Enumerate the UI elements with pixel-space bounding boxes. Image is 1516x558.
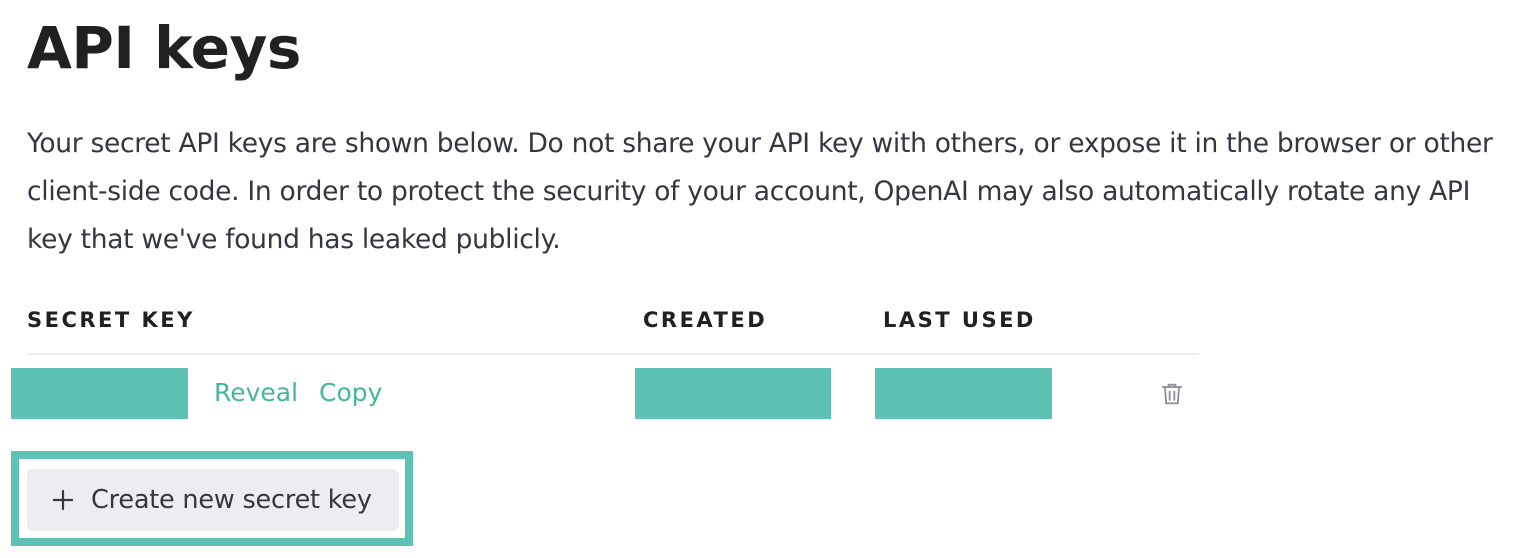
page-title: API keys: [27, 14, 301, 82]
table-header-divider: [27, 353, 1199, 355]
redacted-secret-key: [11, 368, 188, 419]
copy-key-link[interactable]: Copy: [319, 378, 382, 407]
plus-icon: [51, 488, 75, 512]
page-description: Your secret API keys are shown below. Do…: [27, 128, 1493, 255]
trash-icon[interactable]: [1158, 380, 1186, 408]
redacted-last-used-date: [875, 368, 1052, 419]
column-header-last-used: LAST USED: [883, 308, 1036, 332]
create-new-secret-key-button[interactable]: Create new secret key: [27, 469, 399, 531]
column-header-secret-key: SECRET KEY: [27, 308, 195, 332]
reveal-key-link[interactable]: Reveal: [214, 378, 298, 407]
column-header-created: CREATED: [643, 308, 768, 332]
create-new-secret-key-label: Create new secret key: [91, 485, 372, 515]
redacted-created-date: [635, 368, 831, 419]
